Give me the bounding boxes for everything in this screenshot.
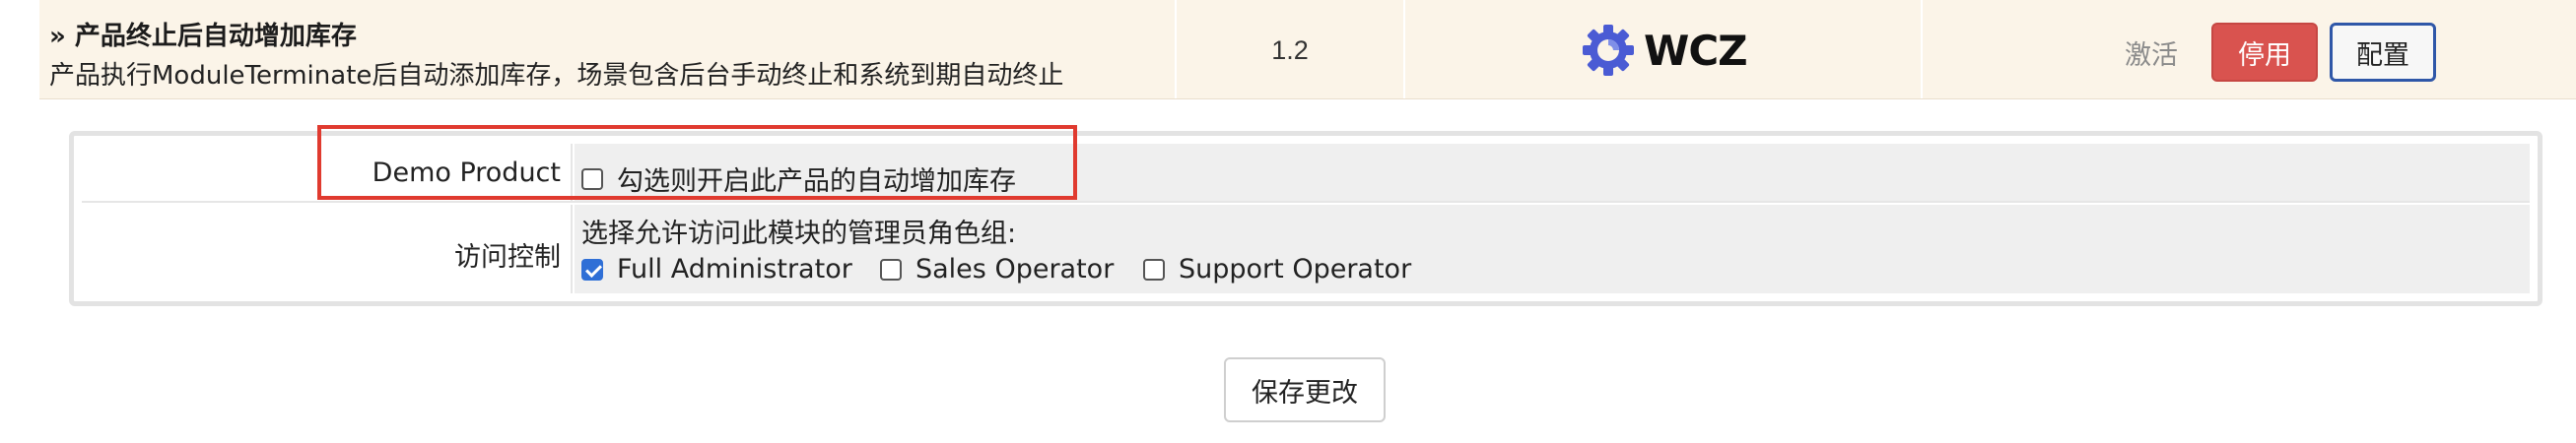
module-vendor-cell: WCZ — [1413, 0, 1923, 98]
role-label: Sales Operator — [915, 254, 1115, 285]
role-option-support-operator[interactable]: Support Operator — [1143, 254, 1411, 285]
role-label: Full Administrator — [617, 254, 852, 285]
role-option-sales-operator[interactable]: Sales Operator — [880, 254, 1114, 285]
role-label: Support Operator — [1179, 254, 1412, 285]
access-control-field-cell: 选择允许访问此模块的管理员角色组: Full Administrator Sal… — [575, 205, 2530, 293]
role-checkbox-support-operator[interactable] — [1143, 258, 1165, 281]
module-actions-cell: 激活 停用 配置 — [1923, 0, 2576, 98]
module-name-cell: » 产品终止后自动增加库存 产品执行ModuleTerminate后自动添加库存… — [39, 0, 1173, 98]
role-option-full-administrator[interactable]: Full Administrator — [581, 254, 852, 285]
access-control-label-cell: 访问控制 — [82, 205, 573, 293]
highlight-box — [317, 125, 1077, 200]
save-changes-button[interactable]: 保存更改 — [1224, 357, 1386, 422]
vendor-logo-text: WCZ — [1644, 26, 1748, 75]
disable-button[interactable]: 停用 — [2211, 23, 2318, 82]
module-description: 产品执行ModuleTerminate后自动添加库存，场景包含后台手动终止和系统… — [49, 61, 1064, 91]
module-row: » 产品终止后自动增加库存 产品执行ModuleTerminate后自动添加库存… — [39, 0, 2576, 99]
access-control-caption: 选择允许访问此模块的管理员角色组: — [581, 219, 1017, 249]
role-checkbox-full-administrator[interactable] — [581, 258, 603, 281]
access-control-row: 访问控制 选择允许访问此模块的管理员角色组: Full Administrato… — [82, 205, 2530, 293]
vendor-logo: WCZ — [1581, 24, 1748, 77]
role-checkbox-sales-operator[interactable] — [880, 258, 902, 281]
module-version-cell: 1.2 — [1175, 0, 1405, 98]
config-button[interactable]: 配置 — [2330, 23, 2436, 82]
gear-icon — [1583, 25, 1634, 76]
module-version: 1.2 — [1271, 35, 1309, 65]
module-title: » 产品终止后自动增加库存 — [49, 22, 357, 51]
activate-status[interactable]: 激活 — [2125, 33, 2178, 72]
access-control-label: 访问控制 — [454, 242, 561, 273]
